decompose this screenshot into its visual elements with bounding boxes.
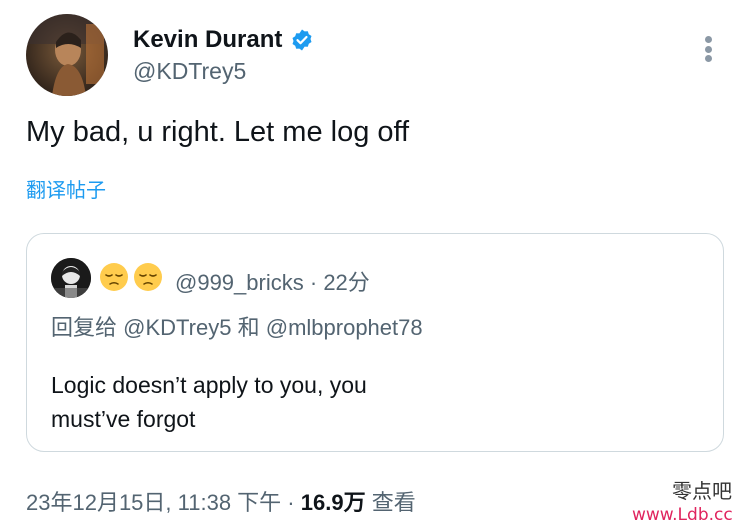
author-handle[interactable]: @KDTrey5 bbox=[133, 58, 246, 85]
tweet-timestamp[interactable]: 23年12月15日, 11:38 下午 bbox=[26, 490, 281, 515]
quoted-text-line: Logic doesn’t apply to you, you bbox=[51, 372, 367, 398]
pensive-face-emoji bbox=[133, 262, 163, 292]
reply-mention-1[interactable]: @KDTrey5 bbox=[123, 315, 231, 340]
svg-text:www.Ldb.cc: www.Ldb.cc bbox=[632, 505, 733, 524]
quoted-time[interactable]: 22分 bbox=[323, 270, 369, 295]
translate-post-link[interactable]: 翻译帖子 bbox=[26, 174, 106, 203]
replying-to-line: 回复给 @KDTrey5 和 @mlbprophet78 bbox=[51, 310, 423, 342]
author-name[interactable]: Kevin Durant bbox=[133, 26, 314, 54]
quoted-handle-line: @999_bricks · 22分 bbox=[175, 265, 370, 297]
more-vertical-icon[interactable] bbox=[696, 33, 720, 65]
tweet-detail: Kevin Durant @KDTrey5 My bad, u right. L… bbox=[0, 0, 750, 527]
tweet-meta: 23年12月15日, 11:38 下午 · 16.9万 查看 bbox=[26, 485, 416, 517]
quoted-tweet-card[interactable]: @999_bricks · 22分 回复给 @KDTrey5 和 @mlbpro… bbox=[26, 233, 724, 452]
svg-text:零点吧: 零点吧 bbox=[672, 479, 732, 503]
separator-dot: · bbox=[309, 270, 318, 295]
site-watermark: 零点吧 www.Ldb.cc bbox=[632, 476, 747, 525]
tweet-text: My bad, u right. Let me log off bbox=[26, 116, 410, 148]
quoted-tweet-text: Logic doesn’t apply to you, you must’ve … bbox=[51, 368, 367, 436]
quoted-handle[interactable]: @999_bricks bbox=[175, 270, 304, 295]
quoted-avatar[interactable] bbox=[51, 258, 91, 298]
reply-conjunction: 和 bbox=[237, 315, 260, 340]
reply-mention-2[interactable]: @mlbprophet78 bbox=[266, 315, 423, 340]
separator-dot: · bbox=[287, 490, 295, 515]
pensive-face-emoji bbox=[99, 262, 129, 292]
author-avatar[interactable] bbox=[26, 14, 108, 96]
author-name-text[interactable]: Kevin Durant bbox=[133, 26, 282, 54]
verified-badge-icon bbox=[290, 28, 314, 52]
quoted-text-line: must’ve forgot bbox=[51, 406, 196, 432]
reply-prefix: 回复给 bbox=[51, 315, 118, 340]
views-label: 查看 bbox=[371, 490, 416, 515]
views-count[interactable]: 16.9万 bbox=[301, 490, 366, 515]
